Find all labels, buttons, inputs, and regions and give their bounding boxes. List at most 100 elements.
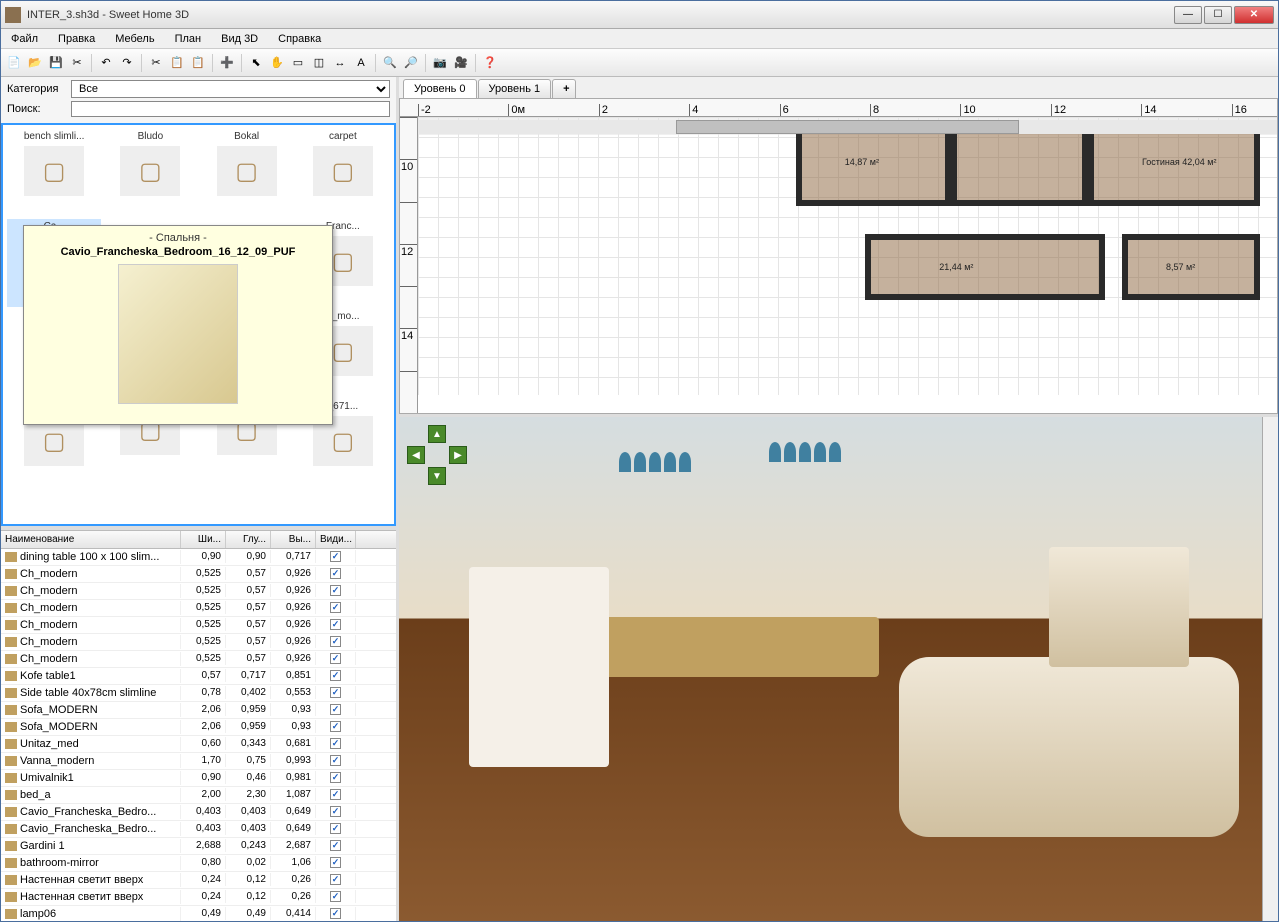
col-name[interactable]: Наименование xyxy=(1,531,181,548)
table-row[interactable]: Ch_modern0,5250,570,926✓ xyxy=(1,566,396,583)
add-furn-icon[interactable]: ➕ xyxy=(218,54,236,72)
table-row[interactable]: Vanna_modern1,700,750,993✓ xyxy=(1,753,396,770)
visible-checkbox[interactable]: ✓ xyxy=(330,840,341,851)
prefs-icon[interactable]: ✂ xyxy=(68,54,86,72)
visible-checkbox[interactable]: ✓ xyxy=(330,823,341,834)
new-icon[interactable]: 📄 xyxy=(5,54,23,72)
cut-icon[interactable]: ✂ xyxy=(147,54,165,72)
visible-checkbox[interactable]: ✓ xyxy=(330,653,341,664)
select-icon[interactable]: ⬉ xyxy=(247,54,265,72)
undo-icon[interactable]: ↶ xyxy=(97,54,115,72)
close-button[interactable]: ✕ xyxy=(1234,6,1274,24)
save-icon[interactable]: 💾 xyxy=(47,54,65,72)
table-row[interactable]: Side table 40x78cm slimline0,780,4020,55… xyxy=(1,685,396,702)
zoom-in-icon[interactable]: 🔍 xyxy=(381,54,399,72)
visible-checkbox[interactable]: ✓ xyxy=(330,636,341,647)
search-input[interactable] xyxy=(71,101,390,117)
table-row[interactable]: Umivalnik10,900,460,981✓ xyxy=(1,770,396,787)
wall-icon[interactable]: ▭ xyxy=(289,54,307,72)
plan-tab[interactable]: Уровень 0 xyxy=(403,79,477,98)
col-height[interactable]: Вы... xyxy=(271,531,316,548)
col-depth[interactable]: Глу... xyxy=(226,531,271,548)
plan-scrollbar-h[interactable] xyxy=(418,117,1277,135)
maximize-button[interactable]: ☐ xyxy=(1204,6,1232,24)
view3d-scrollbar[interactable] xyxy=(1262,417,1278,921)
col-width[interactable]: Ши... xyxy=(181,531,226,548)
furniture-table[interactable]: Наименование Ши... Глу... Вы... Види... … xyxy=(1,530,396,922)
copy-icon[interactable]: 📋 xyxy=(168,54,186,72)
visible-checkbox[interactable]: ✓ xyxy=(330,891,341,902)
catalog-item[interactable]: Bokal▢ xyxy=(200,129,294,217)
paste-icon[interactable]: 📋 xyxy=(189,54,207,72)
plan-room[interactable] xyxy=(951,123,1088,206)
table-row[interactable]: Настенная светит вверх0,240,120,26✓ xyxy=(1,889,396,906)
table-row[interactable]: bathroom-mirror0,800,021,06✓ xyxy=(1,855,396,872)
visible-checkbox[interactable]: ✓ xyxy=(330,755,341,766)
table-row[interactable]: Настенная светит вверх0,240,120,26✓ xyxy=(1,872,396,889)
plan-content[interactable]: 14,87 м² Гостиная 42,04 м² 21,44 м²8,57 м² xyxy=(418,117,1277,395)
table-row[interactable]: Sofa_MODERN2,060,9590,93✓ xyxy=(1,719,396,736)
menu-Мебель[interactable]: Мебель xyxy=(111,31,158,47)
visible-checkbox[interactable]: ✓ xyxy=(330,670,341,681)
video-icon[interactable]: 🎥 xyxy=(452,54,470,72)
table-row[interactable]: lamp060,490,490,414✓ xyxy=(1,906,396,922)
menu-Справка[interactable]: Справка xyxy=(274,31,325,47)
plan-room[interactable]: 8,57 м² xyxy=(1122,234,1259,301)
table-row[interactable]: Ch_modern0,5250,570,926✓ xyxy=(1,617,396,634)
nav-up[interactable]: ▲ xyxy=(428,425,446,443)
visible-checkbox[interactable]: ✓ xyxy=(330,806,341,817)
table-row[interactable]: Gardini 12,6880,2432,687✓ xyxy=(1,838,396,855)
text-icon[interactable]: A xyxy=(352,54,370,72)
visible-checkbox[interactable]: ✓ xyxy=(330,568,341,579)
pan-icon[interactable]: ✋ xyxy=(268,54,286,72)
plan-room[interactable]: Гостиная 42,04 м² xyxy=(1088,123,1260,206)
catalog-item[interactable]: carpet▢ xyxy=(296,129,390,217)
menu-Вид 3D[interactable]: Вид 3D xyxy=(217,31,262,47)
catalog-grid[interactable]: - Спальня - Cavio_Francheska_Bedroom_16_… xyxy=(1,123,396,526)
catalog-item[interactable]: bench slimli...▢ xyxy=(7,129,101,217)
visible-checkbox[interactable]: ✓ xyxy=(330,789,341,800)
table-row[interactable]: dining table 100 x 100 slim...0,900,900,… xyxy=(1,549,396,566)
table-row[interactable]: Ch_modern0,5250,570,926✓ xyxy=(1,634,396,651)
add-level-button[interactable]: + xyxy=(552,79,576,98)
visible-checkbox[interactable]: ✓ xyxy=(330,738,341,749)
redo-icon[interactable]: ↷ xyxy=(118,54,136,72)
visible-checkbox[interactable]: ✓ xyxy=(330,585,341,596)
nav-left[interactable]: ◀ xyxy=(407,446,425,464)
visible-checkbox[interactable]: ✓ xyxy=(330,602,341,613)
category-select[interactable]: Все xyxy=(71,80,390,98)
visible-checkbox[interactable]: ✓ xyxy=(330,908,341,919)
dim-icon[interactable]: ↔ xyxy=(331,54,349,72)
visible-checkbox[interactable]: ✓ xyxy=(330,704,341,715)
table-row[interactable]: Kofe table10,570,7170,851✓ xyxy=(1,668,396,685)
visible-checkbox[interactable]: ✓ xyxy=(330,619,341,630)
plan-room[interactable]: 14,87 м² xyxy=(796,123,951,206)
table-row[interactable]: Ch_modern0,5250,570,926✓ xyxy=(1,600,396,617)
visible-checkbox[interactable]: ✓ xyxy=(330,857,341,868)
menu-Правка[interactable]: Правка xyxy=(54,31,99,47)
col-visible[interactable]: Види... xyxy=(316,531,356,548)
table-row[interactable]: bed_a2,002,301,087✓ xyxy=(1,787,396,804)
help-icon[interactable]: ❓ xyxy=(481,54,499,72)
catalog-item[interactable]: Bludo▢ xyxy=(103,129,197,217)
photo-icon[interactable]: 📷 xyxy=(431,54,449,72)
table-row[interactable]: Ch_modern0,5250,570,926✓ xyxy=(1,651,396,668)
visible-checkbox[interactable]: ✓ xyxy=(330,772,341,783)
room-icon[interactable]: ◫ xyxy=(310,54,328,72)
minimize-button[interactable]: — xyxy=(1174,6,1202,24)
visible-checkbox[interactable]: ✓ xyxy=(330,551,341,562)
table-row[interactable]: Cavio_Francheska_Bedro...0,4030,4030,649… xyxy=(1,804,396,821)
table-row[interactable]: Cavio_Francheska_Bedro...0,4030,4030,649… xyxy=(1,821,396,838)
table-row[interactable]: Ch_modern0,5250,570,926✓ xyxy=(1,583,396,600)
table-row[interactable]: Unitaz_med0,600,3430,681✓ xyxy=(1,736,396,753)
menu-Файл[interactable]: Файл xyxy=(7,31,42,47)
view-3d[interactable]: ▲ ▼ ◀ ▶ xyxy=(399,417,1278,921)
table-row[interactable]: Sofa_MODERN2,060,9590,93✓ xyxy=(1,702,396,719)
open-icon[interactable]: 📂 xyxy=(26,54,44,72)
zoom-out-icon[interactable]: 🔎 xyxy=(402,54,420,72)
plan-canvas[interactable]: -20м246810121416 101214 14,87 м²Гостиная… xyxy=(399,98,1278,414)
plan-room[interactable]: 21,44 м² xyxy=(865,234,1106,301)
plan-tab[interactable]: Уровень 1 xyxy=(478,79,552,98)
nav-right[interactable]: ▶ xyxy=(449,446,467,464)
menu-План[interactable]: План xyxy=(171,31,206,47)
